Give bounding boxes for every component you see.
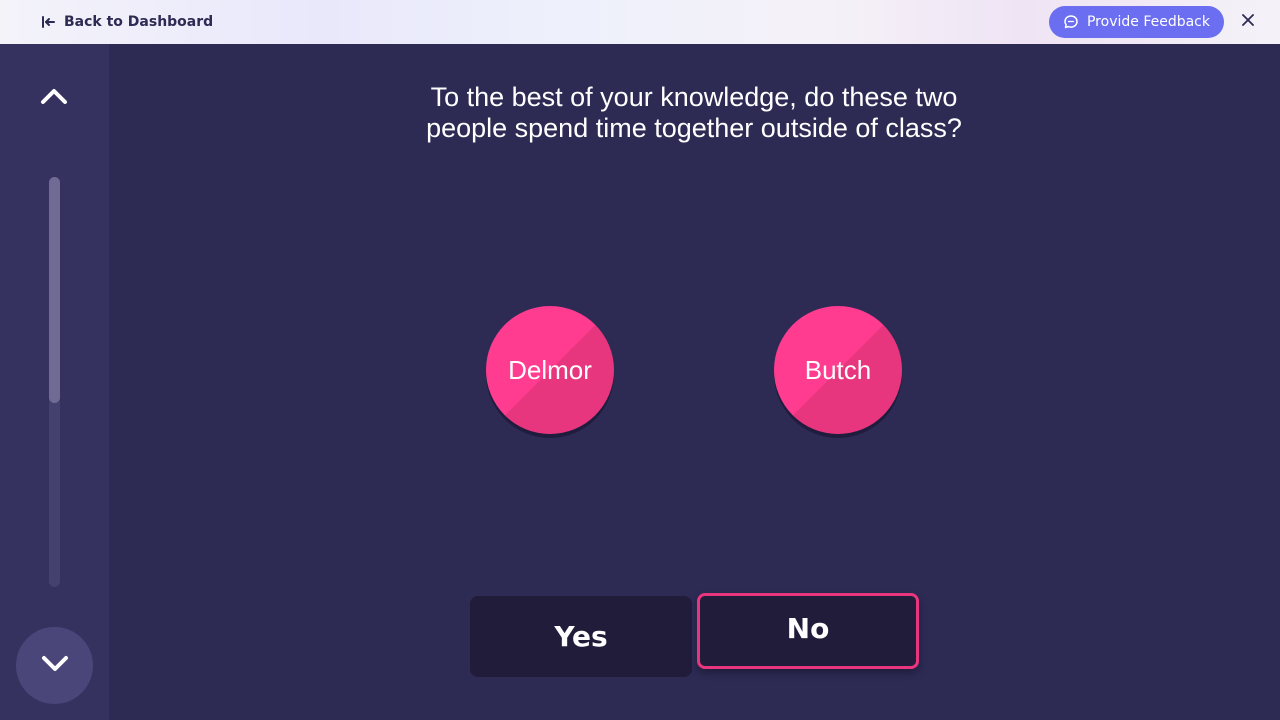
chevron-down-icon xyxy=(41,654,69,677)
progress-scrollbar-thumb[interactable] xyxy=(49,177,60,403)
back-to-dashboard-link[interactable]: Back to Dashboard xyxy=(40,12,213,32)
arrow-left-to-line-icon xyxy=(40,14,56,30)
person-bubble: Delmor xyxy=(486,306,614,434)
progress-scrollbar[interactable] xyxy=(49,177,60,587)
back-to-dashboard-label: Back to Dashboard xyxy=(64,14,214,30)
question-line-1: To the best of your knowledge, do these … xyxy=(430,82,958,112)
no-button[interactable]: No xyxy=(697,593,919,669)
person-name: Butch xyxy=(804,354,872,385)
top-bar: Back to Dashboard Provide Feedback xyxy=(0,0,1280,44)
close-button[interactable] xyxy=(1238,12,1258,32)
chat-bubble-icon xyxy=(1063,14,1079,30)
previous-question-button[interactable] xyxy=(34,82,74,114)
question-text: To the best of your knowledge, do these … xyxy=(360,82,1028,144)
question-line-2: people spend time together outside of cl… xyxy=(426,113,962,143)
provide-feedback-button[interactable]: Provide Feedback xyxy=(1049,6,1224,38)
person-name: Delmor xyxy=(508,354,592,385)
chevron-up-icon xyxy=(40,87,68,110)
next-question-button[interactable] xyxy=(16,627,93,704)
yes-label: Yes xyxy=(554,620,608,653)
question-navigation-sidebar xyxy=(0,44,109,720)
provide-feedback-label: Provide Feedback xyxy=(1086,14,1210,30)
person-bubble: Butch xyxy=(774,306,902,434)
no-label: No xyxy=(786,611,830,645)
yes-button[interactable]: Yes xyxy=(470,596,692,677)
close-icon xyxy=(1242,13,1254,31)
